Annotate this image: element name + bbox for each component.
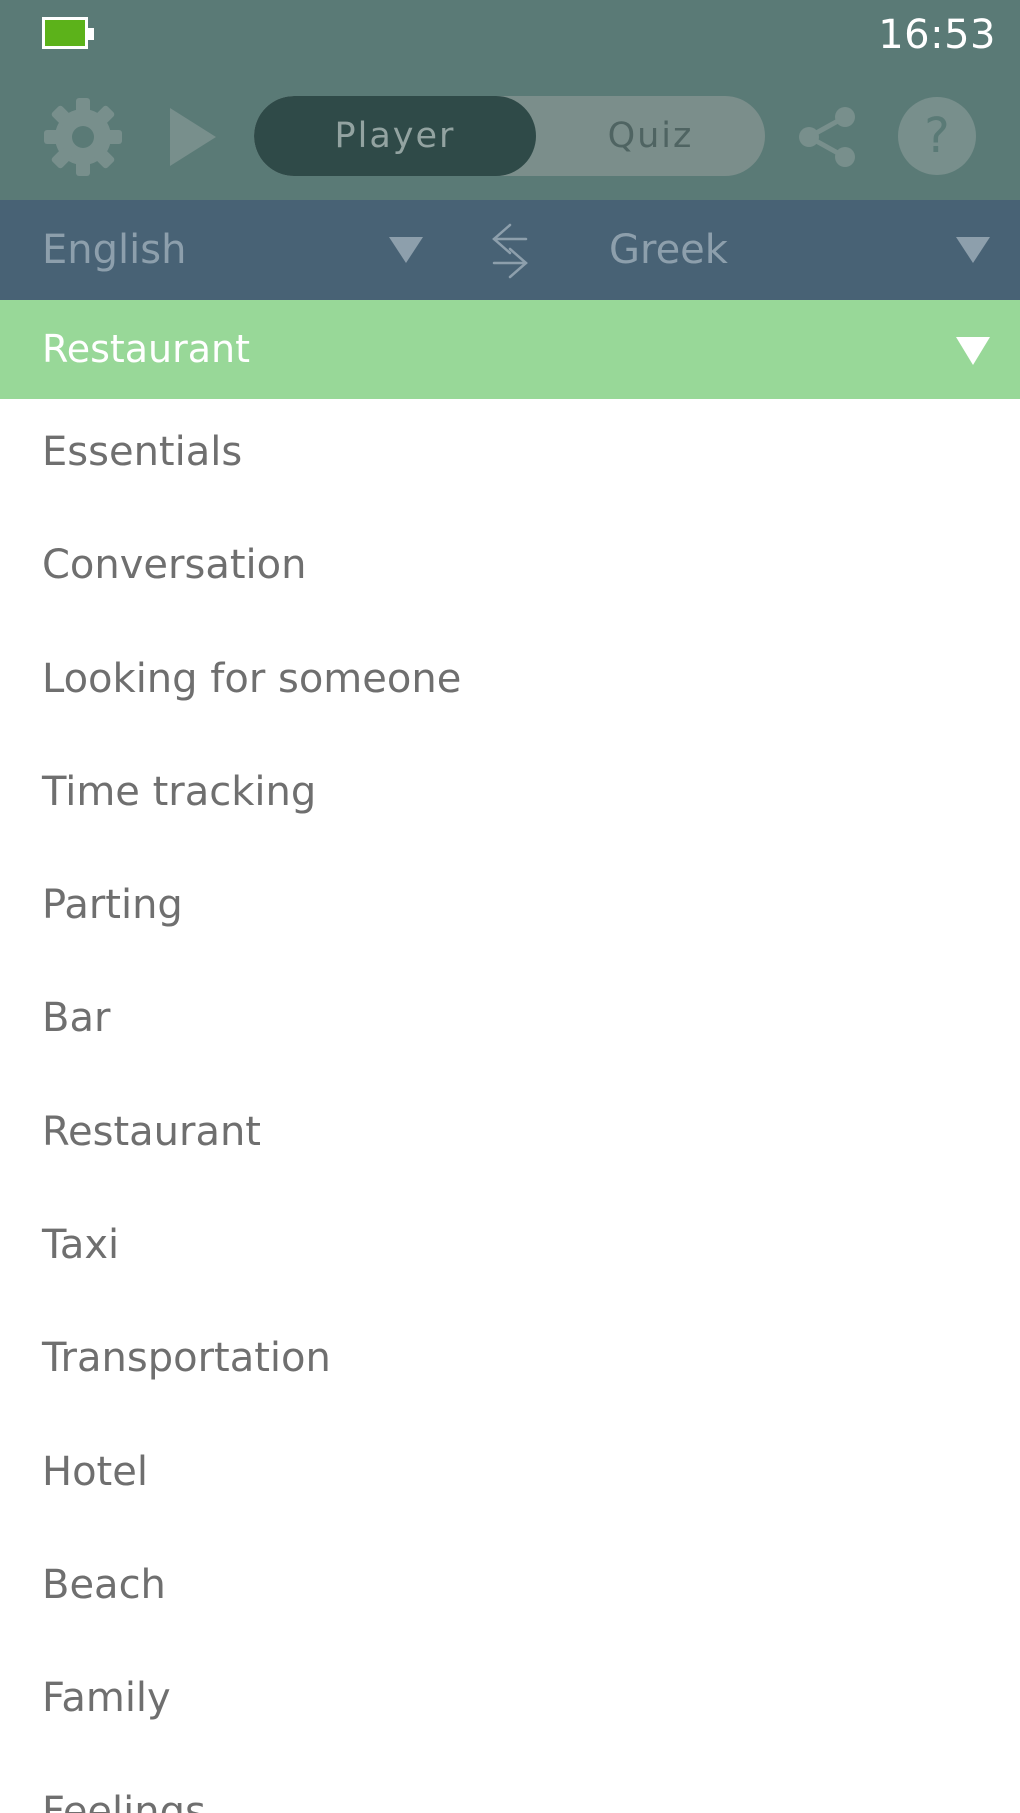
app-header: 16:53 Player Quiz ? [0, 0, 1020, 200]
source-language-dropdown-icon[interactable] [389, 237, 423, 263]
list-item-looking-for-someone[interactable]: Looking for someone [0, 626, 1020, 739]
category-list: Essentials Conversation Looking for some… [0, 399, 1020, 1813]
mode-toggle: Player Quiz [254, 96, 765, 176]
list-item-conversation[interactable]: Conversation [0, 512, 1020, 625]
help-icon[interactable]: ? [898, 97, 976, 175]
category-dropdown-icon[interactable] [956, 337, 990, 365]
status-time: 16:53 [878, 12, 996, 58]
list-item-bar[interactable]: Bar [0, 965, 1020, 1078]
category-selector[interactable]: Restaurant [0, 300, 1020, 399]
battery-tip [88, 28, 94, 40]
battery-icon [42, 17, 88, 49]
app-screen: 16:53 Player Quiz ? English Greek Restau… [0, 0, 1020, 1813]
list-item-parting[interactable]: Parting [0, 852, 1020, 965]
tab-quiz[interactable]: Quiz [536, 96, 765, 176]
play-icon[interactable] [168, 106, 218, 168]
list-item-family[interactable]: Family [0, 1645, 1020, 1758]
list-item-feelings[interactable]: Feelings [0, 1759, 1020, 1813]
swap-arrows-icon[interactable] [490, 222, 530, 280]
list-item-essentials[interactable]: Essentials [0, 399, 1020, 512]
list-item-beach[interactable]: Beach [0, 1532, 1020, 1645]
list-item-time-tracking[interactable]: Time tracking [0, 739, 1020, 852]
gear-icon[interactable] [42, 96, 124, 178]
target-language-dropdown-icon[interactable] [956, 237, 990, 263]
tab-player[interactable]: Player [254, 96, 536, 176]
list-item-hotel[interactable]: Hotel [0, 1419, 1020, 1532]
source-language-select[interactable]: English [42, 200, 186, 300]
selected-category-label: Restaurant [42, 327, 251, 371]
list-item-transportation[interactable]: Transportation [0, 1305, 1020, 1418]
list-item-restaurant[interactable]: Restaurant [0, 1079, 1020, 1192]
share-icon[interactable] [796, 106, 858, 168]
list-item-taxi[interactable]: Taxi [0, 1192, 1020, 1305]
target-language-select[interactable]: Greek [609, 200, 728, 300]
